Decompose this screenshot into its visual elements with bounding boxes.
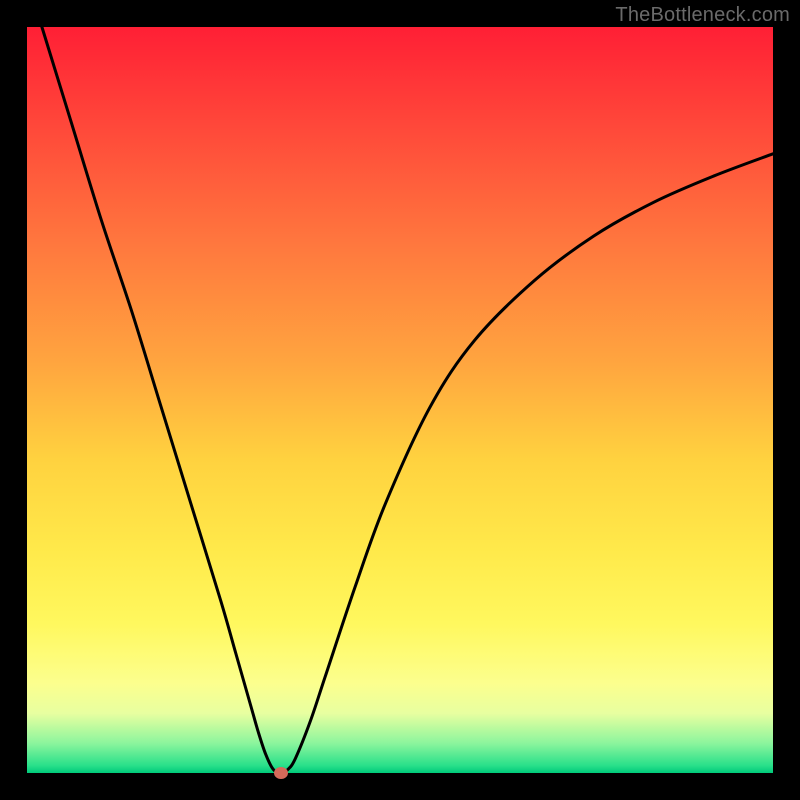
plot-area xyxy=(27,27,773,773)
chart-frame: TheBottleneck.com xyxy=(0,0,800,800)
minimum-marker xyxy=(274,767,288,779)
curve-svg xyxy=(27,27,773,773)
curve-path xyxy=(42,27,773,773)
watermark-text: TheBottleneck.com xyxy=(615,4,790,27)
